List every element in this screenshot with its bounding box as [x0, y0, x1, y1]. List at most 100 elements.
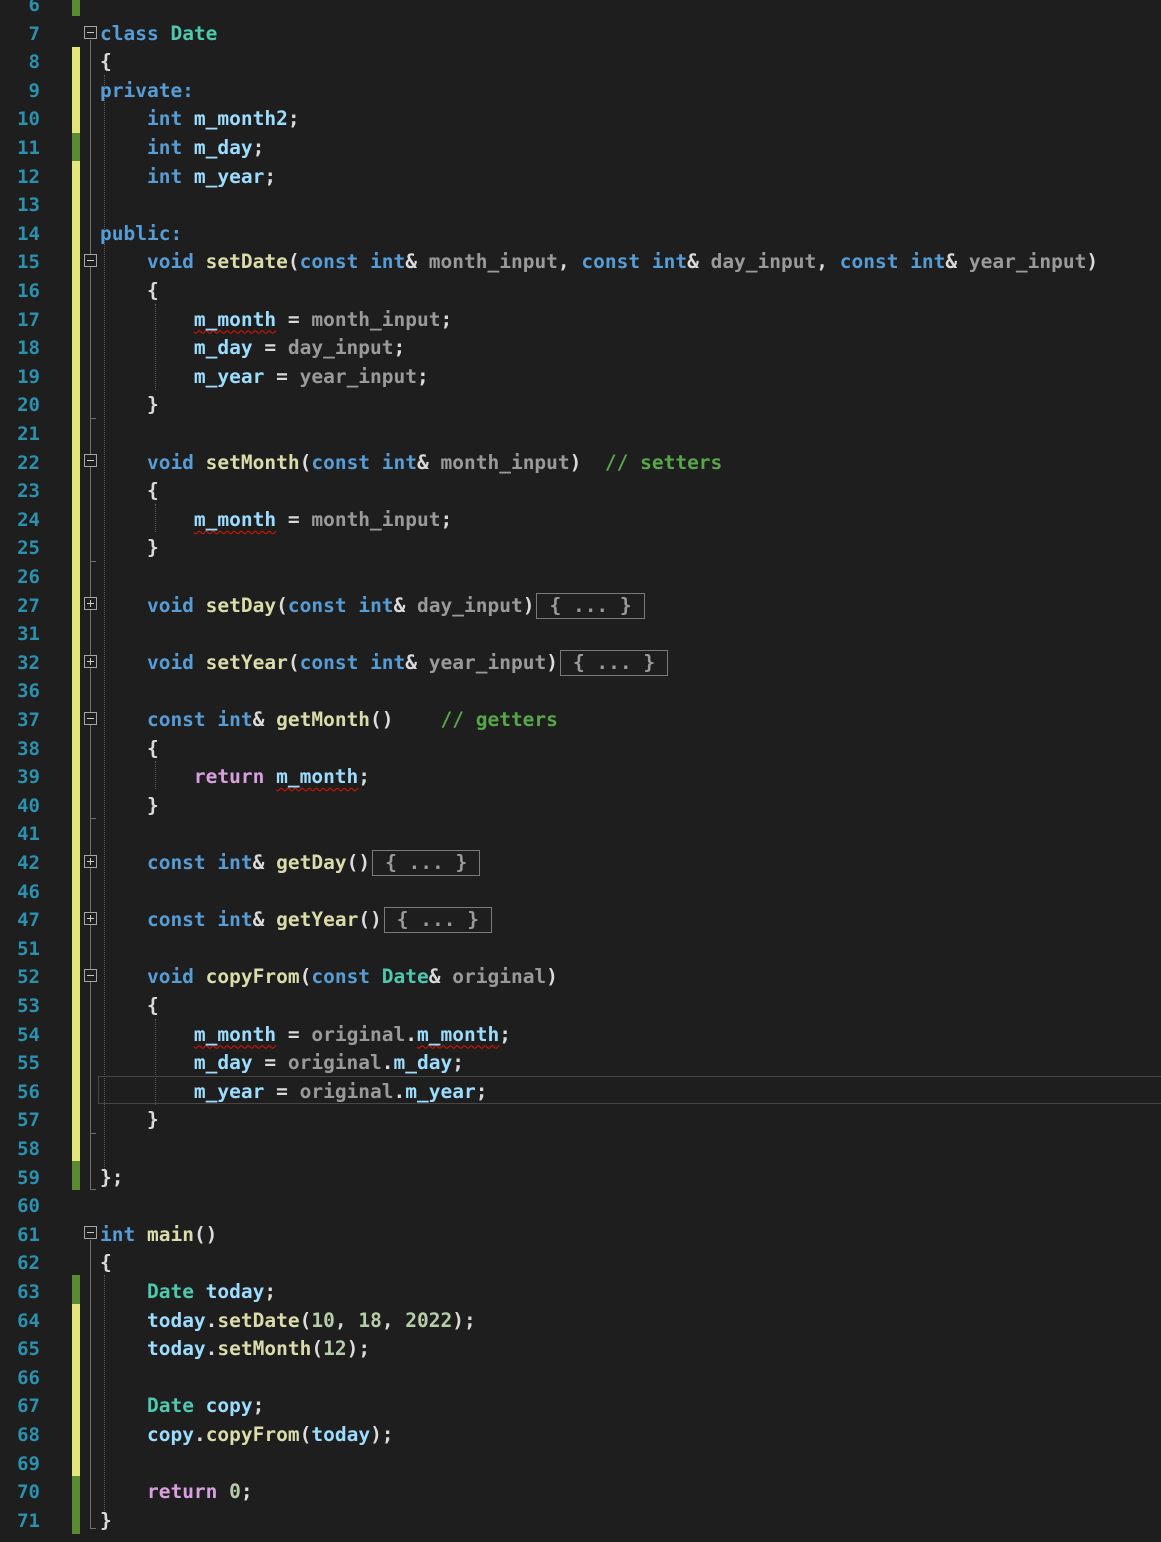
- code-line[interactable]: 38 {: [0, 735, 1161, 764]
- error-squiggle-token: m_month: [193, 507, 277, 531]
- code-line[interactable]: 69: [0, 1450, 1161, 1479]
- code-token: .: [405, 1022, 418, 1046]
- code-token: }: [100, 536, 159, 560]
- code-line[interactable]: 17 m_month = month_input;: [0, 306, 1161, 335]
- code-line[interactable]: 18 m_day = day_input;: [0, 334, 1161, 363]
- code-line[interactable]: 9 private:: [0, 77, 1161, 106]
- code-line[interactable]: 54 m_month = original.m_month;: [0, 1021, 1161, 1050]
- code-line[interactable]: 42 const int& getDay(){ ... }: [0, 849, 1161, 878]
- collapsed-block-button[interactable]: { ... }: [559, 649, 669, 676]
- code-line[interactable]: 22 void setMonth(const int& month_input)…: [0, 449, 1161, 478]
- code-token: int: [100, 107, 194, 131]
- code-text: int m_day;: [100, 134, 264, 163]
- code-line[interactable]: 16 {: [0, 277, 1161, 306]
- code-line[interactable]: 47 const int& getYear(){ ... }: [0, 906, 1161, 935]
- code-line[interactable]: 61 int main(): [0, 1221, 1161, 1250]
- line-number: 57: [17, 1109, 40, 1132]
- line-number: 62: [17, 1252, 40, 1275]
- code-line[interactable]: 58: [0, 1135, 1161, 1164]
- line-number: 60: [17, 1195, 40, 1218]
- code-line[interactable]: 55 m_day = original.m_day;: [0, 1049, 1161, 1078]
- code-token: =: [252, 336, 288, 360]
- line-number: 70: [17, 1481, 40, 1504]
- collapsed-block-button[interactable]: { ... }: [372, 850, 481, 876]
- line-number: 9: [28, 79, 40, 102]
- code-line[interactable]: 67 Date copy;: [0, 1392, 1161, 1421]
- code-line[interactable]: 53 {: [0, 992, 1161, 1021]
- code-line[interactable]: 13: [0, 191, 1161, 220]
- code-line[interactable]: 14 public:: [0, 220, 1161, 249]
- code-token: 18: [358, 1308, 382, 1332]
- line-number: 7: [28, 22, 40, 45]
- code-token: ): [546, 650, 558, 674]
- code-token: m_year: [193, 364, 265, 388]
- code-line[interactable]: 25 }: [0, 534, 1161, 563]
- code-line[interactable]: 70 return 0;: [0, 1478, 1161, 1507]
- code-line[interactable]: 24 m_month = month_input;: [0, 506, 1161, 535]
- code-token: getYear: [276, 908, 359, 932]
- code-line[interactable]: 57 }: [0, 1106, 1161, 1135]
- code-token: (): [346, 851, 371, 874]
- code-line[interactable]: 41: [0, 820, 1161, 849]
- code-token: main: [146, 1222, 194, 1246]
- code-line[interactable]: 39 return m_month;: [0, 763, 1161, 792]
- code-line[interactable]: 59};: [0, 1164, 1161, 1193]
- code-line[interactable]: 23 {: [0, 477, 1161, 506]
- line-number: 8: [28, 51, 40, 74]
- code-line[interactable]: 7 class Date: [0, 20, 1161, 49]
- code-line[interactable]: 71}: [0, 1507, 1161, 1536]
- line-number: 58: [17, 1138, 40, 1160]
- code-line[interactable]: 56 m_year = original.m_year;: [0, 1078, 1161, 1107]
- code-line[interactable]: 27 void setDay(const int& day_input){ ..…: [0, 592, 1161, 621]
- code-token: m_day: [193, 1051, 253, 1075]
- code-line[interactable]: 40 }: [0, 792, 1161, 821]
- code-line[interactable]: 10 int m_month2;: [0, 105, 1161, 134]
- collapsed-block-button[interactable]: { ... }: [383, 907, 492, 934]
- code-token: setDate: [217, 1308, 300, 1332]
- line-number: 36: [17, 680, 40, 703]
- code-line[interactable]: 6: [0, 0, 1161, 20]
- code-line[interactable]: 60: [0, 1192, 1161, 1221]
- code-line[interactable]: 26: [0, 563, 1161, 592]
- code-token: ): [522, 593, 535, 617]
- code-line[interactable]: 15 void setDate(const int& month_input, …: [0, 248, 1161, 277]
- code-line[interactable]: 12 int m_year;: [0, 163, 1161, 192]
- code-line[interactable]: 31: [0, 620, 1161, 649]
- code-line[interactable]: 11 int m_day;: [0, 134, 1161, 163]
- code-line[interactable]: 37 const int& getMonth() // getters: [0, 706, 1161, 735]
- code-line[interactable]: 62 {: [0, 1249, 1161, 1278]
- code-token: // setters: [604, 450, 723, 474]
- code-line[interactable]: 8{: [0, 48, 1161, 77]
- code-token: const: [287, 593, 359, 617]
- code-line[interactable]: 64 today.setDate(10, 18, 2022);: [0, 1307, 1161, 1336]
- code-line[interactable]: 65 today.setMonth(12);: [0, 1335, 1161, 1364]
- code-editor[interactable]: 6 7 class Date 8{9 private: 10 int m_month2; 1…: [0, 0, 1161, 1542]
- code-token: private:: [100, 78, 194, 102]
- code-token: const: [100, 908, 218, 932]
- code-token: int: [217, 908, 253, 932]
- code-token: year_input: [299, 364, 418, 388]
- code-line[interactable]: 21: [0, 420, 1161, 449]
- code-line[interactable]: 52 void copyFrom(const Date& original): [0, 963, 1161, 992]
- code-line[interactable]: 46: [0, 878, 1161, 907]
- code-line[interactable]: 19 m_year = year_input;: [0, 363, 1161, 392]
- code-token: copyFrom: [205, 1423, 300, 1446]
- collapsed-block-button[interactable]: { ... }: [536, 592, 645, 619]
- code-token: int: [370, 650, 406, 674]
- code-token: month_input: [440, 450, 570, 474]
- code-line[interactable]: 20 }: [0, 391, 1161, 420]
- line-number: 59: [17, 1166, 40, 1189]
- error-squiggle-token: m_month: [417, 1022, 500, 1046]
- code-line[interactable]: 32 void setYear(const int& year_input){ …: [0, 649, 1161, 678]
- code-token: ;: [252, 136, 265, 159]
- line-number: 68: [17, 1424, 40, 1446]
- code-line[interactable]: 68 copy.copyFrom(today);: [0, 1421, 1161, 1450]
- code-line[interactable]: 51: [0, 935, 1161, 964]
- code-line[interactable]: 36: [0, 677, 1161, 706]
- code-line[interactable]: 66: [0, 1364, 1161, 1393]
- code-line[interactable]: 63 Date today;: [0, 1278, 1161, 1307]
